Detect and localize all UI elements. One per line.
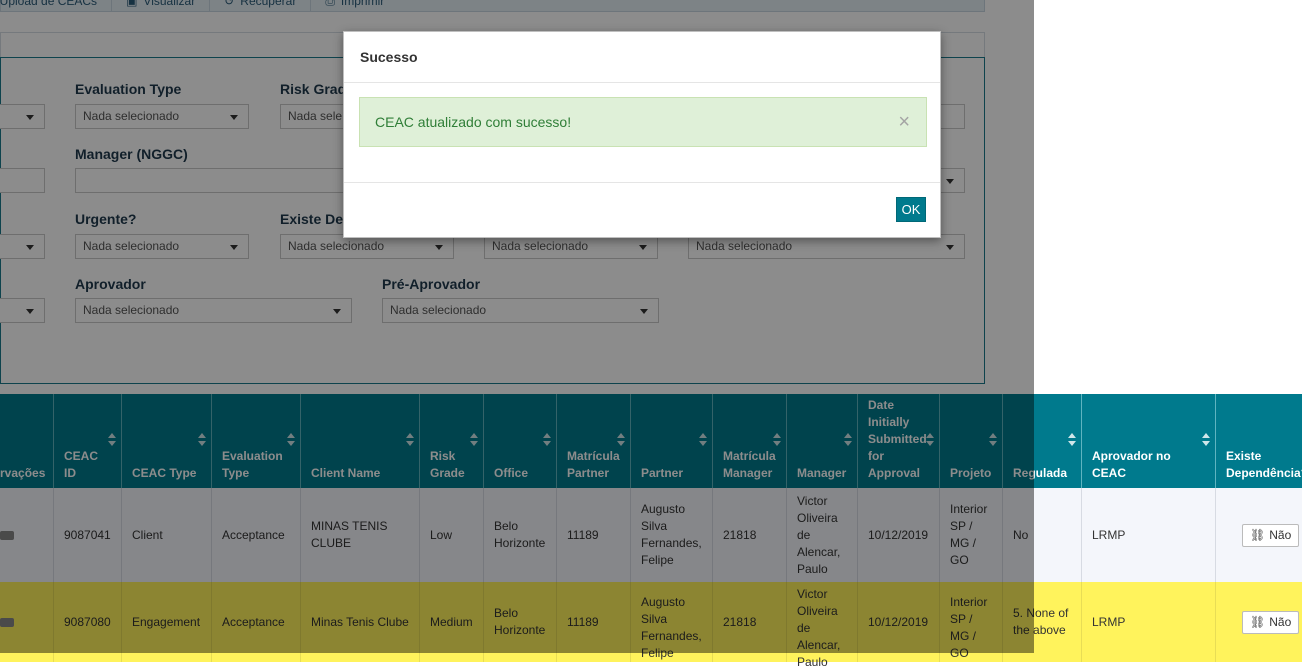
dependency-label: Não xyxy=(1269,528,1292,542)
modal-title: Sucesso xyxy=(344,32,940,83)
cell-existe-dependencia: ⛓ Não xyxy=(1216,488,1302,582)
success-message: CEAC atualizado com sucesso! xyxy=(375,114,572,130)
col-aprovador-ceac[interactable]: Aprovador no CEAC xyxy=(1082,394,1216,488)
success-modal: Sucesso CEAC atualizado com sucesso! × O… xyxy=(343,31,941,238)
close-icon[interactable]: × xyxy=(898,112,910,132)
col-existe-dependencia[interactable]: Existe Dependência? xyxy=(1216,394,1302,488)
ok-button[interactable]: OK xyxy=(896,197,926,222)
col-label: Existe Dependência? xyxy=(1226,449,1302,480)
dependency-toggle-button[interactable]: ⛓ Não xyxy=(1242,610,1300,634)
cell-existe-dependencia: ⛓ Não xyxy=(1216,582,1302,662)
sort-icon xyxy=(1202,433,1210,447)
dependency-label: Não xyxy=(1269,615,1292,629)
dependency-toggle-button[interactable]: ⛓ Não xyxy=(1242,523,1300,547)
sort-icon xyxy=(1068,433,1076,447)
link-break-icon: ⛓ xyxy=(1250,528,1266,542)
col-label: Aprovador no CEAC xyxy=(1092,449,1171,480)
modal-footer: OK xyxy=(344,182,940,238)
success-alert: CEAC atualizado com sucesso! × xyxy=(359,97,927,147)
cell-aprovador-ceac: LRMP xyxy=(1082,582,1216,662)
link-break-icon: ⛓ xyxy=(1250,615,1266,629)
cell-aprovador-ceac: LRMP xyxy=(1082,488,1216,582)
